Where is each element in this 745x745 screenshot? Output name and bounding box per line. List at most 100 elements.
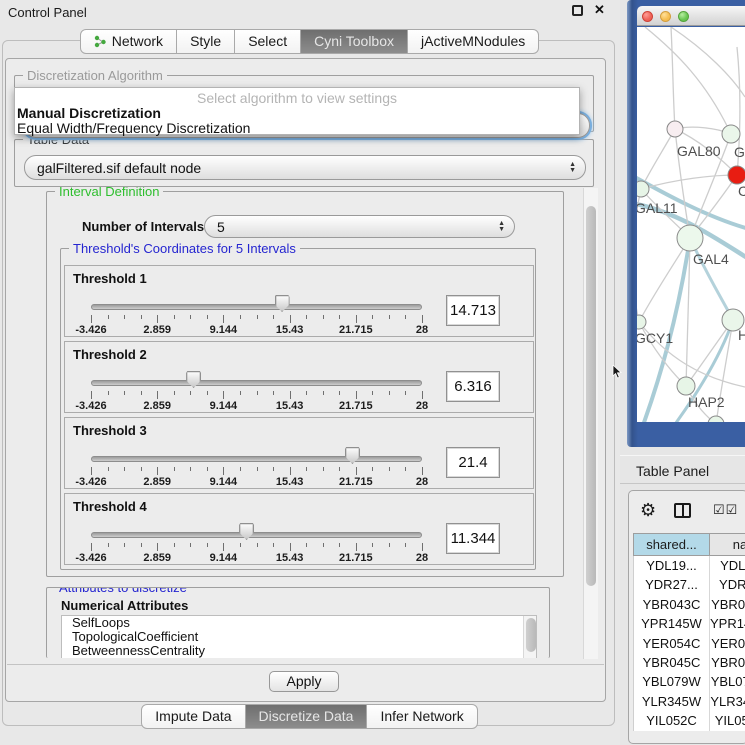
close-traffic-light[interactable] [642, 11, 653, 22]
number-of-intervals-combobox[interactable]: 5 ▲▼ [204, 215, 515, 238]
threshold-4-value-field[interactable]: 11.344 [446, 523, 500, 554]
slider-tick [290, 391, 291, 399]
select-checkboxes-icon[interactable]: ☑☑ [713, 502, 738, 518]
slider-tick [372, 391, 373, 395]
threshold-1-slider-track[interactable] [91, 304, 422, 310]
network-edge[interactable] [641, 129, 675, 189]
cell-shared-name[interactable]: YBR045C [634, 653, 710, 672]
network-node-gal80[interactable] [667, 121, 683, 137]
attributes-group-title: Attributes to discretize [55, 587, 191, 595]
settings-scrollbar-thumb[interactable] [586, 206, 596, 586]
cell-name[interactable]: YDL19 [710, 556, 745, 575]
network-node-gal4[interactable] [677, 225, 703, 251]
cell-shared-name[interactable]: YBL079W [634, 672, 710, 691]
network-node[interactable] [708, 416, 724, 422]
tab-network[interactable]: Network [80, 29, 177, 54]
cell-shared-name[interactable]: YLR345W [634, 692, 710, 711]
slider-tick [240, 543, 241, 547]
button-bar-separator [7, 664, 604, 665]
network-node-gcy1[interactable] [637, 315, 646, 329]
close-icon[interactable]: ✕ [594, 2, 605, 18]
column-header-shared-name[interactable]: shared... [634, 534, 710, 555]
threshold-2-label: Threshold 2 [73, 347, 147, 362]
threshold-2-slider-track[interactable] [91, 380, 422, 386]
network-node-hap2[interactable] [677, 377, 695, 395]
cell-name[interactable]: YDR27 [710, 575, 745, 594]
network-window-titlebar[interactable] [637, 6, 745, 26]
table-data-group: Table Data galFiltered.sif default node … [14, 139, 594, 187]
cell-shared-name[interactable]: YDR27... [634, 575, 710, 594]
table-row[interactable]: YBR045CYBR045C [634, 653, 745, 672]
network-edge[interactable] [671, 27, 675, 129]
cell-shared-name[interactable]: YDL19... [634, 556, 710, 575]
tab-discretize-data[interactable]: Discretize Data [245, 704, 368, 729]
threshold-coordinates-group-title: Threshold's Coordinates for 5 Intervals [69, 241, 300, 256]
columns-icon[interactable] [674, 503, 691, 518]
threshold-3-value-field[interactable]: 21.4 [446, 447, 500, 478]
tab-jactivemnodules[interactable]: jActiveMNodules [407, 29, 539, 54]
tab-impute-data[interactable]: Impute Data [141, 704, 245, 729]
cell-name[interactable]: YBR043C [710, 595, 745, 614]
table-row[interactable]: YDR27...YDR27 [634, 575, 745, 594]
cell-shared-name[interactable]: YBR043C [634, 595, 710, 614]
list-item-betweennesscentrality[interactable]: BetweennessCentrality [62, 644, 536, 658]
threshold-1-value-field[interactable]: 14.713 [446, 295, 500, 326]
network-node[interactable] [728, 166, 745, 184]
table-row[interactable]: YIL052CYIL052C [634, 711, 745, 730]
slider-scale-label: 9.144 [210, 476, 238, 488]
threshold-2-value-field[interactable]: 6.316 [446, 371, 500, 402]
table-row[interactable]: YER054CYER054C [634, 634, 745, 653]
network-canvas[interactable]: GAL80GAL3GAL11GAL4GCY1HHAP2C [637, 27, 745, 422]
network-edge[interactable] [645, 27, 731, 134]
tab-cyni-toolbox[interactable]: Cyni Toolbox [300, 29, 408, 54]
table-row[interactable]: YLR345WYLR345W [634, 692, 745, 711]
table-row[interactable]: YBL079WYBL079W [634, 672, 745, 691]
slider-tick [389, 543, 390, 547]
cell-shared-name[interactable]: YER054C [634, 634, 710, 653]
tab-style[interactable]: Style [176, 29, 235, 54]
slider-scale-label: 28 [416, 324, 428, 336]
slider-scale-label: 9.144 [210, 324, 238, 336]
cell-name[interactable]: YPR145W [710, 614, 745, 633]
apply-button[interactable]: Apply [269, 671, 339, 692]
table-data-combobox[interactable]: galFiltered.sif default node ▲▼ [24, 155, 586, 180]
zoom-traffic-light[interactable] [678, 11, 689, 22]
slider-tick [124, 543, 125, 547]
threshold-3-slider-track[interactable] [91, 456, 422, 462]
cell-name[interactable]: YLR345W [710, 692, 745, 711]
table-row[interactable]: YPR145WYPR145W [634, 614, 745, 633]
cell-shared-name[interactable]: YIL052C [634, 711, 710, 730]
list-item-topologicalcoefficient[interactable]: TopologicalCoefficient [62, 630, 536, 644]
float-window-icon[interactable] [572, 5, 583, 16]
table-row[interactable]: YDL19...YDL19 [634, 556, 745, 575]
slider-tick [157, 543, 158, 551]
interval-definition-group-title: Interval Definition [55, 187, 163, 199]
dropdown-item-equal-width-frequency[interactable]: Equal Width/Frequency Discretization [15, 121, 579, 136]
slider-ticks [91, 467, 422, 476]
cell-shared-name[interactable]: YPR145W [634, 614, 710, 633]
discretization-algorithm-group-title: Discretization Algorithm [23, 68, 167, 83]
tab-infer-network[interactable]: Infer Network [366, 704, 477, 729]
attributes-scrollbar-thumb[interactable] [526, 618, 536, 652]
list-item-selfloops[interactable]: SelfLoops [62, 616, 536, 630]
network-icon [94, 35, 107, 48]
gear-icon[interactable]: ⚙ [640, 500, 656, 521]
slider-tick [389, 391, 390, 395]
threshold-4-slider-track[interactable] [91, 532, 422, 538]
dropdown-item-manual-discretization[interactable]: Manual Discretization [15, 106, 579, 121]
cell-name[interactable]: YER054C [710, 634, 745, 653]
cell-name[interactable]: YIL052C [710, 711, 745, 730]
cell-name[interactable]: YBR045C [710, 653, 745, 672]
column-header-name[interactable]: na [710, 534, 745, 555]
settings-scroll-viewport: Interval Definition Number of Intervals … [12, 187, 582, 659]
attributes-list-scrollbar[interactable] [523, 616, 536, 658]
minimize-traffic-light[interactable] [660, 11, 671, 22]
settings-scrollbar[interactable] [583, 188, 598, 659]
network-node-gal3[interactable] [722, 125, 740, 143]
node-label: GAL80 [677, 143, 721, 159]
cell-name[interactable]: YBL079W [710, 672, 745, 691]
network-node-gal11[interactable] [637, 181, 649, 197]
table-row[interactable]: YBR043CYBR043C [634, 595, 745, 614]
dropdown-hint-item[interactable]: Select algorithm to view settings [15, 90, 579, 106]
tab-select[interactable]: Select [234, 29, 301, 54]
